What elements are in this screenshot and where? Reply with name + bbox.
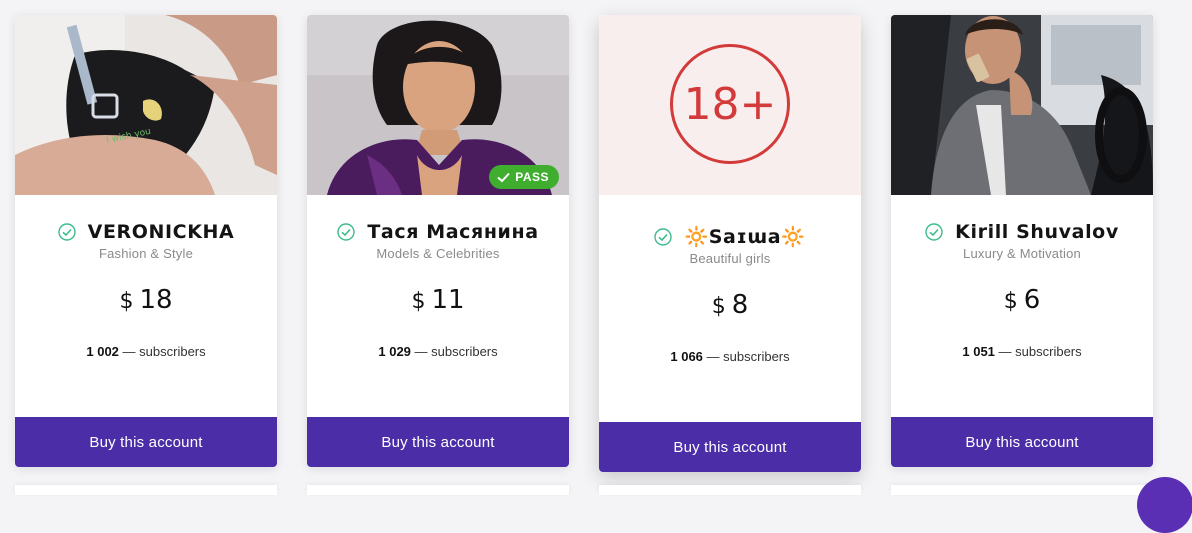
currency-symbol: $: [119, 289, 134, 314]
next-row-card-edge: [15, 485, 277, 495]
account-name: VERONICKHA: [87, 221, 235, 243]
account-price: $18: [15, 285, 277, 315]
account-price: $6: [891, 285, 1153, 315]
account-category: Luxury & Motivation: [963, 246, 1081, 261]
next-row-card-edge: [307, 485, 569, 495]
price-value: 8: [731, 290, 749, 320]
account-category: Beautiful girls: [689, 251, 771, 266]
price-value: 11: [431, 285, 465, 315]
subscriber-count: 1 051: [962, 344, 995, 359]
pass-label: PASS: [515, 170, 549, 184]
title-row: VERONICKHA: [15, 221, 277, 243]
verified-check-icon: [654, 227, 673, 246]
pass-badge: PASS: [489, 165, 559, 189]
next-row-card-edge: [891, 485, 1153, 495]
chat-button[interactable]: [1137, 477, 1192, 533]
subscribers-label: — subscribers: [122, 344, 206, 359]
account-category: Models & Celebrities: [376, 246, 500, 261]
price-value: 18: [139, 285, 173, 315]
subscribers-info: 1 066 — subscribers: [599, 349, 861, 364]
currency-symbol: $: [411, 289, 426, 314]
verified-check-icon: [925, 223, 943, 241]
subscribers-info: 1 002 — subscribers: [15, 344, 277, 359]
buy-account-button[interactable]: Buy this account: [891, 417, 1153, 467]
title-row: Kirill Shuvalov: [891, 221, 1153, 243]
account-photo[interactable]: 18+: [599, 15, 861, 195]
subscribers-info: 1 029 — subscribers: [307, 344, 569, 359]
account-name: Kirill Shuvalov: [955, 221, 1119, 243]
subscriber-count: 1 002: [86, 344, 119, 359]
account-photo[interactable]: I wish you: [15, 15, 277, 195]
subscribers-label: — subscribers: [414, 344, 498, 359]
title-row: Тася Масянина: [307, 221, 569, 243]
account-category: Fashion & Style: [98, 246, 194, 261]
account-price: $8: [599, 290, 861, 320]
account-photo[interactable]: [891, 15, 1153, 195]
verified-check-icon: [337, 223, 356, 241]
subscribers-label: — subscribers: [706, 349, 790, 364]
subscriber-count: 1 029: [378, 344, 411, 359]
subscribers-label: — subscribers: [998, 344, 1082, 359]
buy-account-button[interactable]: Buy this account: [307, 417, 569, 467]
currency-symbol: $: [711, 294, 726, 319]
subscribers-info: 1 051 — subscribers: [891, 344, 1153, 359]
account-photo[interactable]: PASS: [307, 15, 569, 195]
account-name: 🔆Saɪɯa🔆: [684, 226, 806, 248]
age-restriction-badge: 18+: [670, 44, 790, 164]
verified-check-icon: [57, 223, 76, 241]
account-card: Kirill Shuvalov Luxury & Motivation $6 1…: [891, 15, 1153, 467]
account-card: 18+ 🔆Saɪɯa🔆 Beautiful girls $8 1 066 — s…: [599, 15, 861, 472]
price-value: 6: [1023, 285, 1041, 315]
account-price: $11: [307, 285, 569, 315]
account-card: I wish you VERONICKHA Fashion & Style $1…: [15, 15, 277, 467]
title-row: 🔆Saɪɯa🔆: [599, 225, 861, 248]
buy-account-button[interactable]: Buy this account: [599, 422, 861, 472]
checkmark-icon: [497, 172, 510, 182]
subscriber-count: 1 066: [670, 349, 703, 364]
account-card: PASS Тася Масянина Models & Celebrities …: [307, 15, 569, 467]
buy-account-button[interactable]: Buy this account: [15, 417, 277, 467]
next-row-card-edge: [599, 485, 861, 495]
currency-symbol: $: [1003, 289, 1018, 314]
account-name: Тася Масянина: [367, 221, 539, 243]
